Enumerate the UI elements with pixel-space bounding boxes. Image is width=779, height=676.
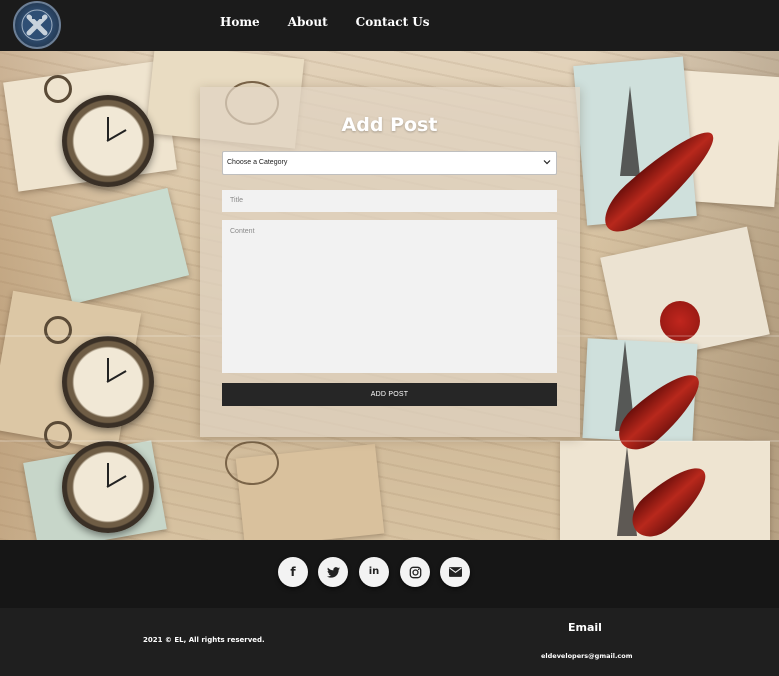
title-input-placeholder: Title [230,197,243,204]
twitter-bird-icon [326,566,340,578]
tile-seam [0,440,779,442]
site-header: Home About Contact Us [0,0,779,51]
nav-contact-link[interactable]: Contact Us [356,15,430,29]
category-select-value: Choose a Category [227,159,288,166]
instagram-camera-icon [409,566,421,578]
social-bar [0,540,779,608]
facebook-icon[interactable]: f [278,557,308,587]
pocket-watch-image [44,421,154,533]
main-nav: Home About Contact Us [220,15,458,29]
copyright-text: 2021 © EL, All rights reserved. [143,636,265,644]
page-title: Add Post [341,114,438,136]
linkedin-glyph: in [368,566,380,577]
envelope-icon [448,567,462,577]
pocket-watch-image [44,316,154,428]
vintage-postcard-image [50,187,190,305]
nav-home-link[interactable]: Home [220,15,260,29]
add-post-button[interactable]: ADD POST [222,383,557,406]
shield-logo-icon[interactable] [13,1,61,49]
instagram-icon[interactable] [400,557,430,587]
email-address-link[interactable]: eldevelopers@gmail.com [541,652,633,660]
site-footer [0,608,779,676]
linkedin-icon[interactable]: in [359,557,389,587]
nav-about-link[interactable]: About [288,15,328,29]
email-icon[interactable] [440,557,470,587]
pocket-watch-image [44,75,154,187]
twine-image [225,441,279,485]
category-select[interactable]: Choose a Category [222,151,557,175]
facebook-glyph: f [290,565,296,579]
email-heading: Email [568,621,602,634]
chevron-down-icon [543,160,551,165]
content-textarea-placeholder: Content [230,228,255,235]
content-textarea[interactable]: Content [222,220,557,373]
title-input[interactable]: Title [222,190,557,212]
twitter-icon[interactable] [318,557,348,587]
